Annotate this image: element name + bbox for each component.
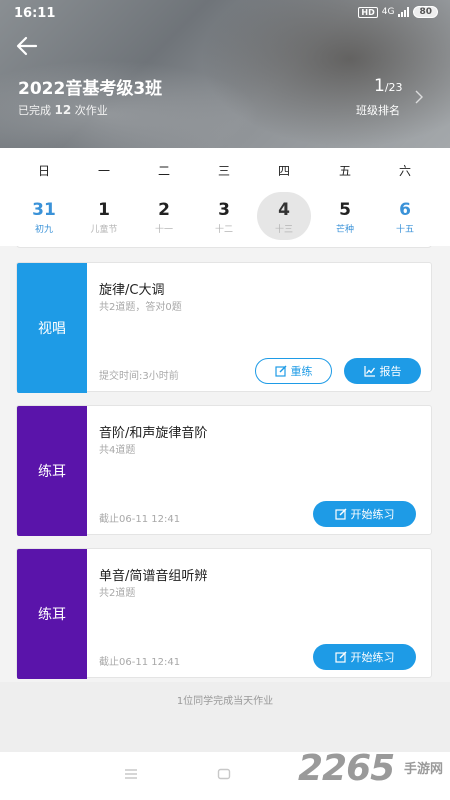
start-practice-button[interactable]: 开始练习 — [313, 501, 416, 527]
site-watermark: 2265 手游网 — [298, 748, 450, 798]
battery-icon: 80 — [413, 6, 438, 18]
calendar-day[interactable]: 5 芒种 — [313, 192, 377, 244]
hd-icon: HD — [358, 6, 378, 18]
class-header: 16:11 HD 4G 80 2022音基考级3班 已完成 12 次作业 1/2… — [0, 0, 450, 148]
edit-icon — [334, 508, 346, 520]
completion-text: 1位同学完成当天作业 — [176, 696, 274, 707]
weekday-wed: 三 — [217, 164, 230, 178]
assignment-type-tag: 练耳 — [17, 549, 87, 679]
day-number: 6 — [399, 200, 411, 220]
rank-total: /23 — [384, 81, 403, 94]
status-time: 16:11 — [14, 6, 56, 21]
calendar-day[interactable]: 3 十二 — [192, 192, 256, 244]
report-button[interactable]: 报告 — [344, 358, 421, 384]
day-lunar: 十一 — [154, 225, 173, 235]
weekday-thu: 四 — [277, 164, 290, 178]
assignment-title: 单音/简谱音组听辨 — [99, 569, 208, 584]
assignment-card[interactable]: 视唱 旋律/C大调 共2道题，答对0题 提交时间:3小时前 重练 报告 — [16, 262, 432, 393]
previous-card-edge — [16, 246, 432, 248]
day-number: 31 — [32, 200, 56, 220]
signal-icon — [398, 7, 410, 17]
menu-icon[interactable] — [124, 768, 138, 780]
class-title: 2022音基考级3班 — [18, 79, 163, 99]
assignment-type-tag: 练耳 — [17, 406, 87, 536]
day-lunar: 初九 — [34, 225, 53, 235]
calendar-day[interactable]: 1 儿童节 — [72, 192, 136, 244]
day-lunar: 十三 — [274, 225, 293, 235]
assignment-title: 音阶/和声旋律音阶 — [99, 426, 208, 441]
assignment-list[interactable]: 视唱 旋律/C大调 共2道题，答对0题 提交时间:3小时前 重练 报告 练耳 音… — [0, 246, 450, 682]
rank-label: 班级排名 — [356, 104, 400, 117]
completed-summary: 已完成 12 次作业 — [18, 102, 108, 118]
completion-footer: 1位同学完成当天作业 — [0, 682, 450, 752]
day-lunar: 十五 — [395, 225, 414, 235]
chart-icon — [363, 366, 375, 377]
network-type: 4G — [381, 7, 395, 17]
completed-count: 12 — [54, 103, 72, 117]
assignment-type-tag: 视唱 — [17, 263, 87, 393]
calendar-day[interactable]: 31 初九 — [12, 192, 76, 244]
weekday-fri: 五 — [338, 164, 351, 178]
home-icon[interactable] — [217, 768, 231, 780]
day-number: 3 — [218, 200, 230, 220]
assignment-time: 提交时间:3小时前 — [99, 371, 179, 382]
calendar-day[interactable]: 6 十五 — [373, 192, 437, 244]
watermark-site: 手游网 — [404, 762, 444, 777]
edit-icon — [274, 365, 286, 377]
start-practice-label: 开始练习 — [350, 508, 395, 521]
back-arrow-icon[interactable] — [14, 34, 42, 58]
calendar-day-selected[interactable]: 4 十三 — [252, 192, 316, 244]
assignment-card[interactable]: 练耳 音阶/和声旋律音阶 共4道题 截止06-11 12:41 开始练习 — [16, 405, 432, 536]
rank-value: 1/23 — [374, 76, 403, 96]
assignment-deadline: 截止06-11 12:41 — [99, 657, 181, 668]
weekday-sat: 六 — [398, 164, 411, 178]
report-button-label: 报告 — [379, 365, 402, 378]
watermark-number: 2265 — [298, 748, 395, 789]
chevron-right-icon — [415, 90, 423, 104]
status-icons: HD 4G 80 — [358, 6, 438, 18]
start-practice-label: 开始练习 — [350, 651, 395, 664]
class-rank-link[interactable]: 1/23 班级排名 — [350, 76, 440, 122]
completed-prefix: 已完成 — [18, 104, 51, 117]
completed-suffix: 次作业 — [74, 104, 108, 117]
start-practice-button[interactable]: 开始练习 — [313, 644, 416, 670]
day-lunar: 儿童节 — [90, 225, 118, 235]
weekday-tue: 二 — [157, 164, 170, 178]
edit-icon — [334, 651, 346, 663]
calendar-day[interactable]: 2 十一 — [132, 192, 196, 244]
day-lunar: 芒种 — [335, 225, 354, 235]
assignment-desc: 共4道题 — [99, 445, 136, 456]
rank-number: 1 — [374, 76, 385, 96]
status-bar: 16:11 HD 4G 80 — [0, 0, 450, 28]
week-calendar: 日 一 二 三 四 五 六 31 初九 1 儿童节 2 十一 3 十二 4 十三… — [0, 148, 450, 246]
redo-button[interactable]: 重练 — [255, 358, 332, 384]
assignment-desc: 共2道题，答对0题 — [99, 302, 182, 313]
day-lunar: 十二 — [214, 225, 233, 235]
assignment-deadline: 截止06-11 12:41 — [99, 514, 181, 525]
redo-button-label: 重练 — [290, 365, 313, 378]
assignment-card[interactable]: 练耳 单音/简谱音组听辨 共2道题 截止06-11 12:41 开始练习 — [16, 548, 432, 679]
day-number: 2 — [158, 200, 170, 220]
assignment-title: 旋律/C大调 — [99, 283, 165, 298]
day-number: 1 — [98, 200, 110, 220]
weekday-sun: 日 — [37, 164, 50, 178]
weekday-mon: 一 — [97, 164, 110, 178]
day-number: 4 — [278, 200, 290, 220]
assignment-desc: 共2道题 — [99, 588, 136, 599]
day-number: 5 — [339, 200, 351, 220]
